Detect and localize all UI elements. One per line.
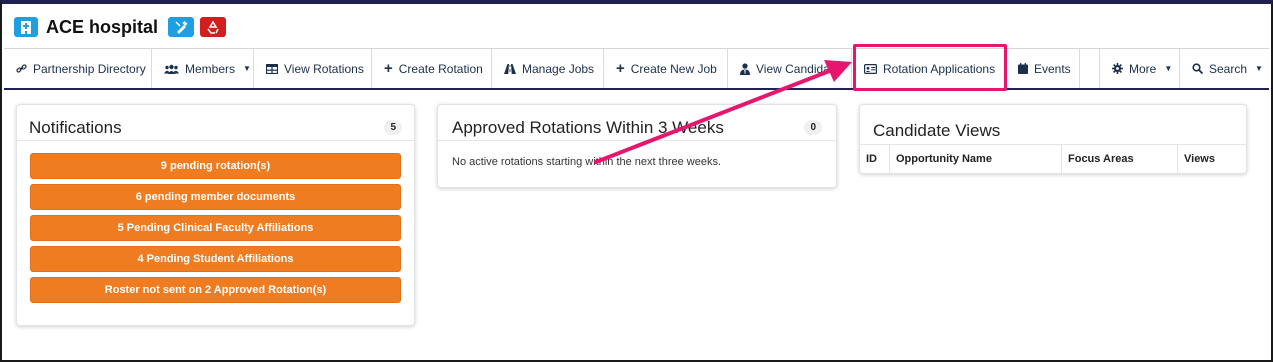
column-header-opportunity-name[interactable]: Opportunity Name <box>890 145 1062 173</box>
notifications-list: 9 pending rotation(s) 6 pending member d… <box>17 141 414 303</box>
nav-rotation-applications[interactable]: Rotation Applications <box>852 49 1006 88</box>
hospital-icon <box>14 17 38 37</box>
notification-pending-rotations[interactable]: 9 pending rotation(s) <box>30 153 401 179</box>
nav-view-candidates[interactable]: View Candidate <box>728 49 852 88</box>
nav-manage-jobs[interactable]: Manage Jobs <box>492 49 604 88</box>
notification-roster-not-sent[interactable]: Roster not sent on 2 Approved Rotation(s… <box>30 277 401 303</box>
nav-label: Search <box>1209 61 1248 76</box>
nav-label: View Rotations <box>284 61 364 76</box>
approved-rotations-panel: Approved Rotations Within 3 Weeks 0 No a… <box>437 104 837 188</box>
approved-rotations-header: Approved Rotations Within 3 Weeks 0 <box>438 105 836 141</box>
plus-icon: + <box>384 60 393 77</box>
plus-icon: + <box>616 60 625 77</box>
nav-partnership-directory[interactable]: Partnership Directory <box>4 49 152 88</box>
page-title: ACE hospital <box>46 16 159 37</box>
nav-label: Members <box>185 61 236 76</box>
nav-events[interactable]: Events <box>1006 49 1080 88</box>
notifications-count-badge: 5 <box>384 120 402 135</box>
gear-icon <box>1112 63 1123 74</box>
nav-label: More <box>1129 61 1157 76</box>
notification-pending-member-documents[interactable]: 6 pending member documents <box>30 184 401 210</box>
notifications-panel: Notifications 5 9 pending rotation(s) 6 … <box>16 104 415 326</box>
column-header-id[interactable]: ID <box>860 145 890 173</box>
nav-create-new-job[interactable]: + Create New Job <box>604 49 728 88</box>
nav-label: Events <box>1034 61 1071 76</box>
users-icon <box>164 64 179 74</box>
road-icon <box>504 63 516 74</box>
notification-pending-student-affiliations[interactable]: 4 Pending Student Affiliations <box>30 246 401 272</box>
notification-pending-clinical-faculty[interactable]: 5 Pending Clinical Faculty Affiliations <box>30 215 401 241</box>
caret-down-icon: ▼ <box>1164 64 1173 73</box>
caret-down-icon: ▼ <box>1255 64 1263 73</box>
nav-label: View Candidate <box>756 61 840 76</box>
nav-create-rotation[interactable]: + Create Rotation <box>372 49 492 88</box>
user-tie-icon <box>740 62 750 75</box>
notifications-header: Notifications 5 <box>17 105 414 141</box>
candidate-views-panel: Candidate Views ID Opportunity Name Focu… <box>859 104 1247 174</box>
nav-label: Partnership Directory <box>33 61 146 76</box>
approved-rotations-title: Approved Rotations Within 3 Weeks <box>452 117 724 137</box>
caret-down-icon: ▼ <box>243 64 251 73</box>
search-icon <box>1192 63 1203 74</box>
nav-members[interactable]: Members ▼ <box>152 49 254 88</box>
candidate-views-table-header: ID Opportunity Name Focus Areas Views <box>860 145 1246 173</box>
nav-label: Rotation Applications <box>883 61 996 76</box>
notifications-title: Notifications <box>29 117 122 137</box>
main-navbar: Partnership Directory Members ▼ View Rot… <box>4 48 1269 90</box>
table-icon <box>266 63 278 74</box>
nav-spacer <box>1080 49 1100 88</box>
recycle-icon <box>207 20 219 34</box>
nav-search[interactable]: Search ▼ <box>1180 49 1268 88</box>
candidate-views-header: Candidate Views <box>860 105 1246 145</box>
nav-view-rotations[interactable]: View Rotations <box>254 49 372 88</box>
nav-label: Manage Jobs <box>522 61 595 76</box>
nav-label: Create Rotation <box>398 61 483 76</box>
recycle-button[interactable] <box>200 17 227 37</box>
approved-rotations-count-badge: 0 <box>804 120 822 135</box>
nav-more[interactable]: More ▼ <box>1100 49 1180 88</box>
candidate-views-title: Candidate Views <box>873 120 1001 140</box>
header: ACE hospital <box>14 14 227 40</box>
edit-button[interactable] <box>168 17 195 37</box>
column-header-focus-areas[interactable]: Focus Areas <box>1062 145 1178 173</box>
approved-rotations-message: No active rotations starting within the … <box>452 156 722 168</box>
pencil-ruler-icon <box>174 20 187 34</box>
link-icon <box>16 64 27 73</box>
nav-label: Create New Job <box>630 61 717 76</box>
id-card-icon <box>864 63 877 74</box>
column-header-views[interactable]: Views <box>1178 145 1238 173</box>
calendar-icon <box>1018 63 1028 74</box>
